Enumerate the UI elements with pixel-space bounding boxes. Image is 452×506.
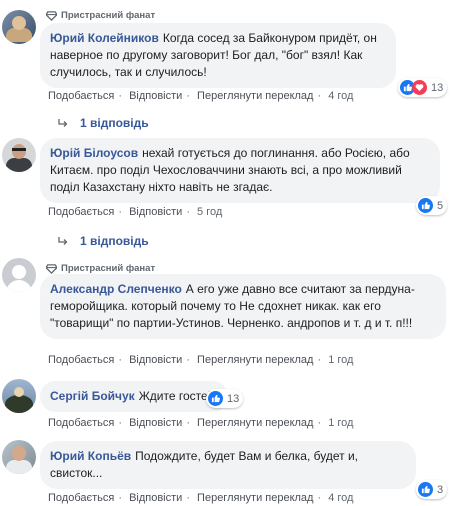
reply-button[interactable]: Відповісти [129,417,182,429]
diamond-icon [46,11,57,21]
comment-5: Юрий Копьёв Подождите, будет Вам и белка,… [0,430,452,506]
timestamp[interactable]: 1 год [328,417,353,429]
diamond-icon [46,264,57,274]
like-icon [418,198,433,213]
comment-2: Юрій Білоусов нехай готується до поглинан… [0,130,452,250]
comment-actions: Подобається · Відповісти · Переглянути пер… [48,90,354,102]
see-translation-link[interactable]: Переглянути переклад [197,417,313,429]
view-replies-link[interactable]: 1 відповідь [58,234,149,248]
comment-bubble: Сергій Бойчук Ждите гостей. [40,381,228,412]
timestamp[interactable]: 5 год [197,206,222,218]
timestamp[interactable]: 4 год [328,492,353,504]
avatar[interactable] [2,138,36,172]
timestamp[interactable]: 4 год [328,90,353,102]
author-name[interactable]: Юрий Колейников [50,31,159,45]
timestamp[interactable]: 1 год [328,354,353,366]
avatar[interactable] [2,258,36,292]
like-button[interactable]: Подобається [48,417,114,429]
see-translation-link[interactable]: Переглянути переклад [197,492,313,504]
reply-arrow-icon [58,236,68,245]
see-translation-link[interactable]: Переглянути переклад [197,90,313,102]
fan-badge: Пристрасний фанат [46,10,155,21]
reaction-count[interactable]: 3 [416,480,448,499]
like-icon [208,391,223,406]
avatar[interactable] [2,10,36,44]
like-button[interactable]: Подобається [48,206,114,218]
reaction-count[interactable]: 13 [398,78,448,97]
comment-bubble: Александр Слепченко А его уже давно все с… [40,274,446,339]
reply-button[interactable]: Відповісти [129,90,182,102]
comment-actions: Подобається · Відповісти · Переглянути пер… [48,492,354,504]
comment-actions: Подобається · Відповісти · Переглянути пер… [48,417,354,429]
see-translation-link[interactable]: Переглянути переклад [197,354,313,366]
reaction-count[interactable]: 13 [206,389,244,408]
comment-bubble: Юрий Колейников Когда сосед за Байконуром… [40,23,396,88]
like-button[interactable]: Подобається [48,354,114,366]
comment-4: Сергій Бойчук Ждите гостей. 13 Подобаєтьс… [0,370,452,430]
avatar[interactable] [2,379,36,413]
author-name[interactable]: Юрий Копьёв [50,449,131,463]
view-replies-link[interactable]: 1 відповідь [58,116,149,130]
comment-bubble: Юрій Білоусов нехай готується до поглинан… [40,138,440,203]
like-button[interactable]: Подобається [48,492,114,504]
love-icon [412,80,427,95]
comment-3: Пристрасний фанат Александр Слепченко А е… [0,250,452,370]
comment-1: Пристрасний фанат Юрий Колейников Когда с… [0,0,452,130]
reply-arrow-icon [58,118,68,127]
author-name[interactable]: Александр Слепченко [50,282,182,296]
comment-bubble: Юрий Копьёв Подождите, будет Вам и белка,… [40,441,416,489]
reply-button[interactable]: Відповісти [129,206,182,218]
author-name[interactable]: Сергій Бойчук [50,389,135,403]
like-icon [418,482,433,497]
avatar[interactable] [2,440,36,474]
comment-actions: Подобається · Відповісти · 5 год [48,206,223,218]
reaction-count[interactable]: 5 [416,196,448,215]
comment-actions: Подобається · Відповісти · Переглянути пер… [48,354,354,366]
author-name[interactable]: Юрій Білоусов [50,146,138,160]
reply-button[interactable]: Відповісти [129,492,182,504]
reply-button[interactable]: Відповісти [129,354,182,366]
like-button[interactable]: Подобається [48,90,114,102]
fan-badge: Пристрасний фанат [46,263,155,274]
